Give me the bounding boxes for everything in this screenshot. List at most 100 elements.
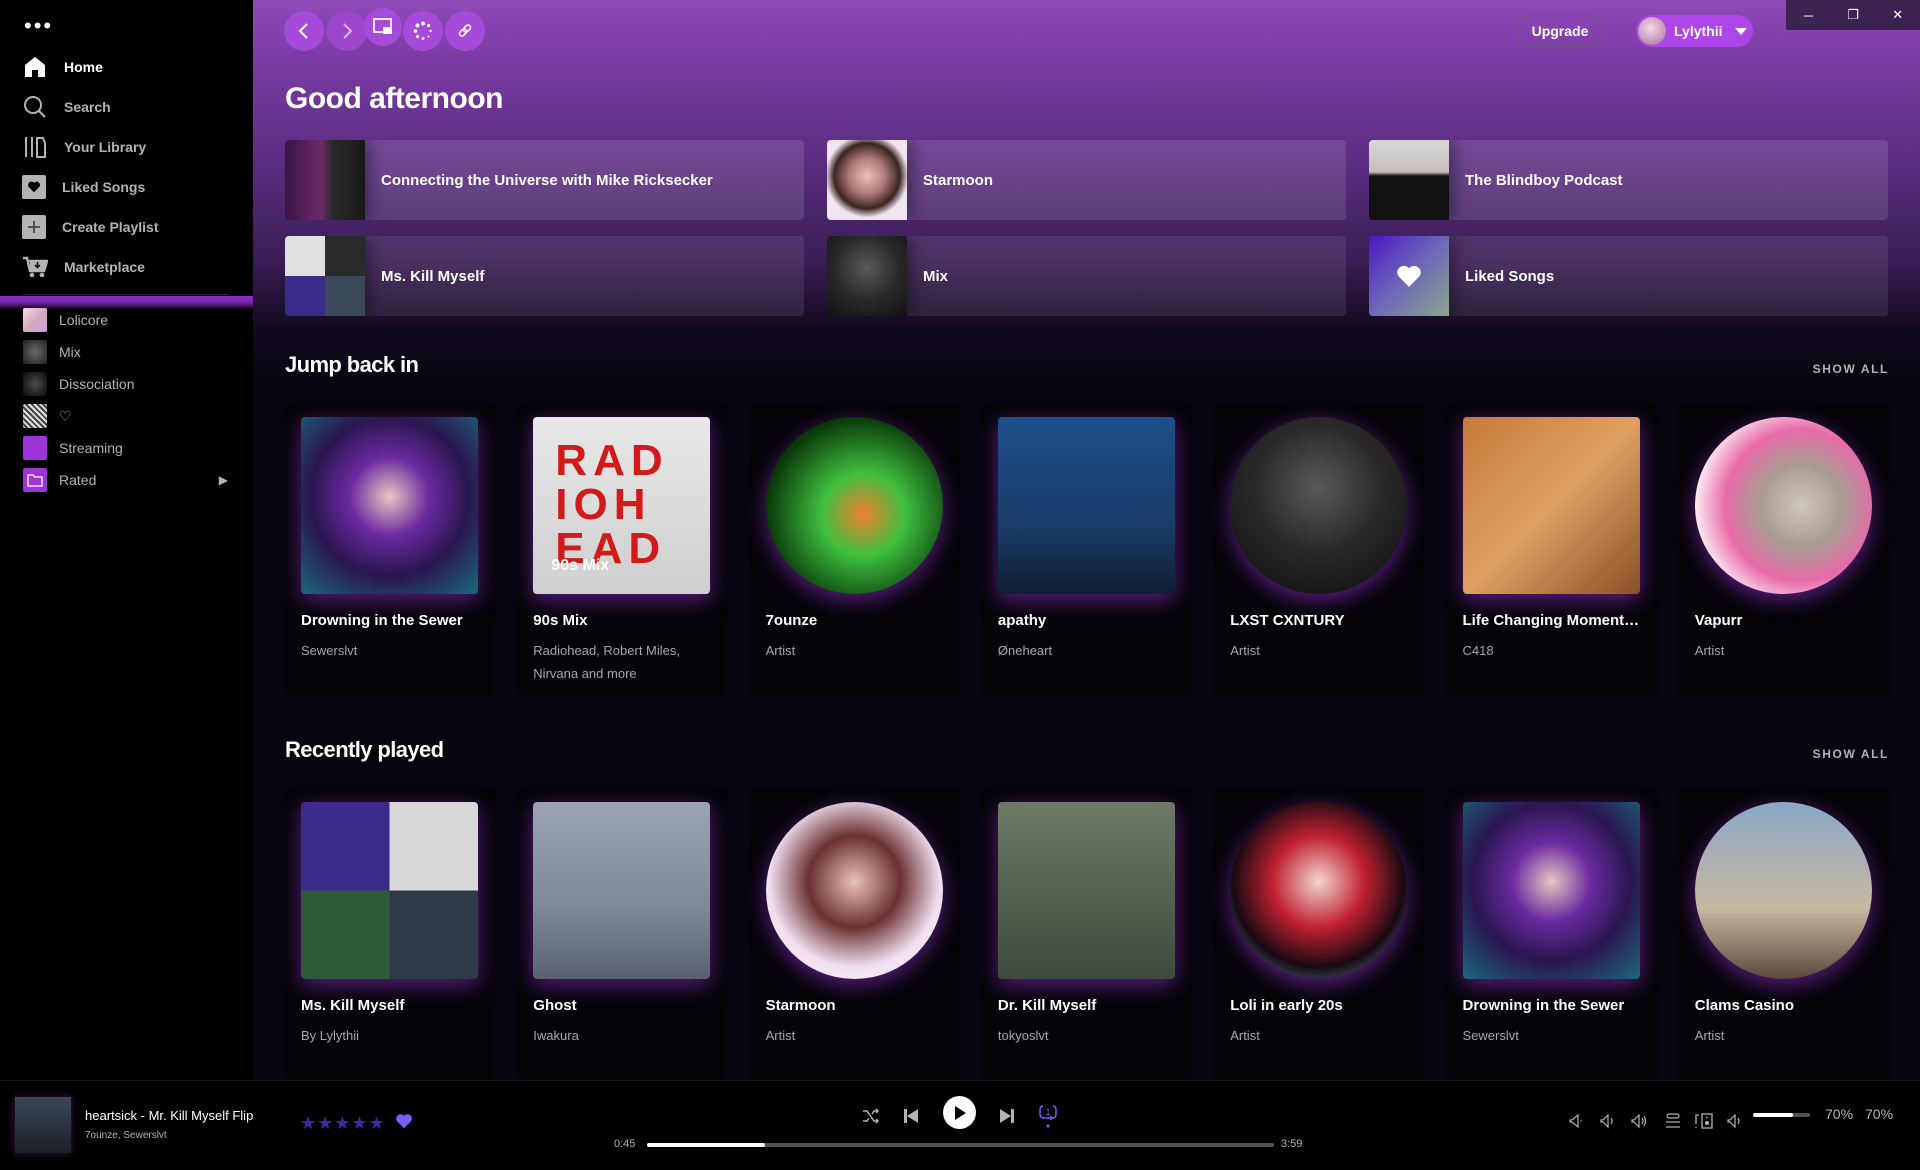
forward-button[interactable]: [327, 11, 367, 51]
card-title: Ms. Kill Myself: [301, 997, 405, 1014]
artist-image: [765, 802, 943, 979]
media-card[interactable]: 7ounze Artist: [749, 403, 960, 697]
cover-art: [997, 802, 1175, 979]
volume-up-icon[interactable]: [1630, 1111, 1650, 1131]
card-subtitle: By Lylythii: [301, 1028, 360, 1043]
media-card[interactable]: Dr. Kill Myself tokyoslvt: [981, 788, 1192, 1080]
playlist-item[interactable]: Mix: [23, 340, 228, 364]
now-playing-title[interactable]: heartsick - Mr. Kill Myself Flip: [85, 1108, 253, 1123]
progress-bar[interactable]: [647, 1143, 1274, 1147]
shortcut-title: The Blindboy Podcast: [1465, 171, 1623, 189]
shortcut-tile[interactable]: Starmoon: [827, 140, 1346, 220]
shuffle-button[interactable]: [860, 1103, 882, 1129]
sidebar-item-create-playlist[interactable]: Create Playlist: [22, 211, 159, 243]
volume-down-icon[interactable]: [1566, 1111, 1586, 1131]
expand-caret-icon[interactable]: ▶: [219, 473, 228, 487]
star-icon[interactable]: ★: [317, 1114, 333, 1132]
connect-device-icon[interactable]: [1694, 1111, 1714, 1131]
card-title: Clams Casino: [1694, 997, 1794, 1014]
miniplayer-button[interactable]: [364, 8, 402, 46]
media-card[interactable]: Loli in early 20s Artist: [1214, 788, 1425, 1080]
upgrade-button[interactable]: Upgrade: [1516, 15, 1604, 47]
media-card[interactable]: Ms. Kill Myself By Lylythii: [285, 788, 495, 1080]
shortcut-tile[interactable]: Connecting the Universe with Mike Rickse…: [285, 140, 804, 220]
sidebar-item-liked-songs[interactable]: Liked Songs: [22, 171, 145, 203]
minimize-button[interactable]: ─: [1786, 0, 1831, 30]
shortcut-tile[interactable]: Liked Songs: [1369, 236, 1888, 316]
volume-mid-icon[interactable]: [1598, 1111, 1618, 1131]
cover-art: [301, 417, 478, 594]
sidebar-item-label: Liked Songs: [62, 179, 146, 195]
sidebar-item-home[interactable]: Home: [22, 51, 103, 83]
artist-image: [1230, 417, 1408, 594]
media-card[interactable]: Life Changing Moments Seem Minor in Pict…: [1446, 403, 1657, 697]
loading-button[interactable]: [403, 11, 443, 51]
card-subtitle: tokyoslvt: [997, 1028, 1049, 1043]
skip-back-icon: [904, 1109, 918, 1123]
card-title: 7ounze: [765, 612, 818, 629]
show-all-link[interactable]: SHOW ALL: [1813, 747, 1889, 761]
shortcut-tile[interactable]: Mix: [827, 236, 1346, 316]
chevron-right-icon: [343, 23, 353, 39]
shortcut-tile[interactable]: Ms. Kill Myself: [285, 236, 804, 316]
repeat-one-icon: 1: [1039, 1105, 1057, 1128]
previous-button[interactable]: [901, 1103, 921, 1129]
media-card[interactable]: LXST CXNTURY Artist: [1214, 403, 1425, 697]
media-card[interactable]: RAD IOH EAD 90s Mix 90s Mix Radiohead, Robert…: [517, 403, 728, 697]
shortcut-tile[interactable]: The Blindboy Podcast: [1369, 140, 1888, 220]
card-subtitle: Radiohead, Robert Miles, Nirvana and mor…: [533, 643, 680, 681]
link-button[interactable]: [445, 11, 485, 51]
more-dots-icon[interactable]: •••: [24, 15, 53, 37]
rating-stars[interactable]: ★ ★ ★ ★ ★: [300, 1114, 385, 1132]
artist-image: [765, 417, 943, 594]
playlist-item[interactable]: Dissociation: [23, 372, 228, 396]
sidebar-item-marketplace[interactable]: Marketplace: [22, 251, 145, 283]
media-card[interactable]: Starmoon Artist: [749, 788, 960, 1080]
media-card[interactable]: Clams Casino Artist: [1678, 788, 1889, 1080]
repeat-one-button[interactable]: 1: [1037, 1103, 1059, 1129]
now-playing-artwork[interactable]: [15, 1097, 71, 1153]
sidebar-item-library[interactable]: Your Library: [22, 131, 146, 163]
playlist-item[interactable]: Lolicore: [23, 308, 228, 332]
queue-icon[interactable]: [1663, 1111, 1683, 1131]
close-button[interactable]: ✕: [1875, 0, 1920, 30]
cover-overlay-label: 90s Mix: [551, 557, 610, 574]
heart-icon: [396, 1114, 412, 1129]
volume-slider[interactable]: [1753, 1113, 1810, 1117]
star-icon[interactable]: ★: [300, 1114, 316, 1132]
back-button[interactable]: [284, 11, 324, 51]
playlist-label: Mix: [59, 344, 81, 360]
media-card[interactable]: Drowning in the Sewer Sewerslvt: [1446, 788, 1657, 1080]
link-icon: [458, 24, 472, 37]
show-all-link[interactable]: SHOW ALL: [1813, 362, 1889, 376]
user-name: Lylythii: [1674, 23, 1723, 39]
avatar: [1638, 17, 1666, 45]
card-subtitle: Artist: [765, 1028, 796, 1043]
next-button[interactable]: [997, 1103, 1017, 1129]
sidebar-item-search[interactable]: Search: [22, 91, 111, 123]
playlist-thumbnail: [23, 308, 47, 332]
sidebar-item-label: Your Library: [64, 139, 147, 155]
now-playing-artists[interactable]: 7ounze, Sewerslvt: [85, 1130, 167, 1141]
volume-icon[interactable]: [1726, 1111, 1746, 1131]
media-card[interactable]: Ghost Iwakura: [517, 788, 728, 1080]
cover-art: [1462, 417, 1640, 594]
playlist-item[interactable]: Streaming: [23, 436, 228, 460]
like-button[interactable]: [395, 1113, 413, 1134]
playlist-folder[interactable]: Rated ▶: [23, 468, 228, 492]
restore-button[interactable]: ❐: [1831, 0, 1876, 30]
star-icon[interactable]: ★: [351, 1114, 367, 1132]
loading-spinner-icon: [413, 21, 432, 40]
card-title: Life Changing Moments Seem Minor in Pict…: [1462, 612, 1643, 629]
section-title-jump-back-in: Jump back in: [285, 352, 419, 377]
heart-icon: [1397, 265, 1421, 287]
user-menu-button[interactable]: Lylythii: [1636, 15, 1753, 47]
playlist-item[interactable]: ♡: [23, 404, 228, 428]
shortcut-artwork: [1369, 140, 1449, 220]
star-icon[interactable]: ★: [369, 1114, 385, 1132]
media-card[interactable]: apathy Øneheart: [981, 403, 1192, 697]
media-card[interactable]: Drowning in the Sewer Sewerslvt: [285, 403, 495, 697]
star-icon[interactable]: ★: [334, 1114, 350, 1132]
media-card[interactable]: Vapurr Artist: [1678, 403, 1889, 697]
play-button[interactable]: [943, 1096, 976, 1129]
